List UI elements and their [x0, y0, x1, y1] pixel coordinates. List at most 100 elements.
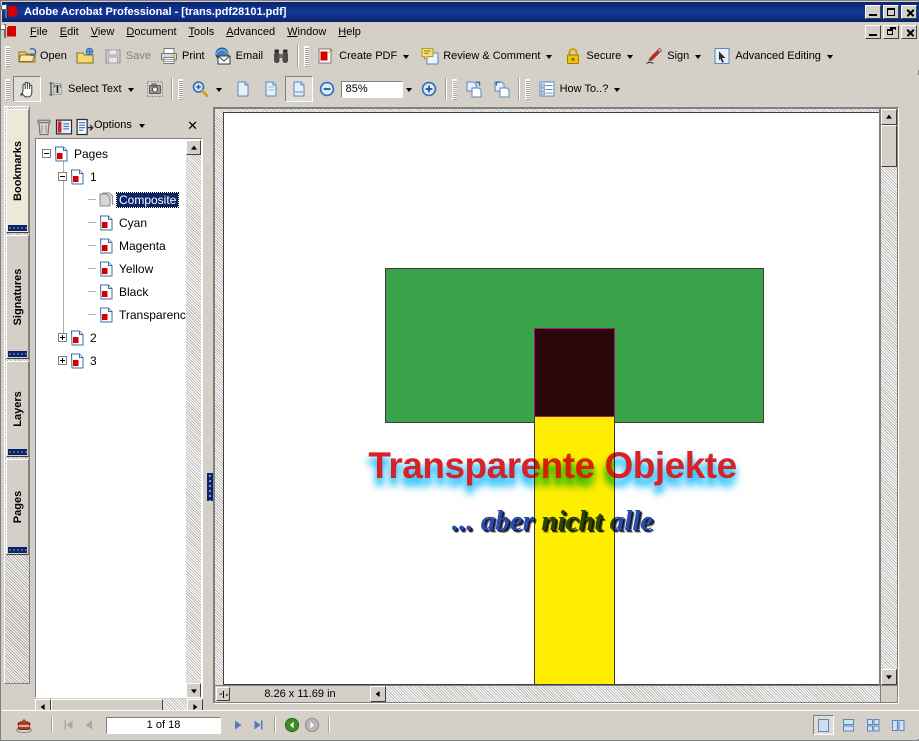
bookmarks-vertical-scrollbar[interactable]	[186, 140, 201, 697]
page-number-input[interactable]: 1 of 18	[106, 716, 221, 734]
bookmarks-scroll-track[interactable]	[186, 155, 201, 683]
document-scroll-down-button[interactable]	[881, 669, 897, 685]
previous-page-button[interactable]	[80, 716, 98, 734]
menu-help[interactable]: Help	[332, 24, 367, 40]
tree-row-black[interactable]: Black	[36, 280, 186, 303]
rotate-ccw-button[interactable]	[460, 76, 488, 102]
bookmarks-scroll-down-button[interactable]	[186, 683, 201, 697]
zoom-tool-button[interactable]	[186, 76, 229, 102]
zoom-tool-dropdown-arrow[interactable]	[215, 88, 222, 92]
tree-row-page-2[interactable]: 2	[36, 326, 186, 349]
print-button[interactable]: Print	[155, 43, 209, 69]
tree-toggle-page-3[interactable]	[58, 356, 67, 365]
close-panel-icon[interactable]: ✕	[187, 119, 198, 132]
menu-advanced[interactable]: Advanced	[220, 24, 281, 40]
toolbar-grip-rotate[interactable]	[451, 78, 457, 100]
next-page-button[interactable]	[229, 716, 247, 734]
menu-document[interactable]: Document	[120, 24, 182, 40]
menu-view[interactable]: View	[85, 24, 121, 40]
menu-file[interactable]: File	[24, 24, 54, 40]
app-close-button[interactable]	[901, 5, 917, 19]
tree-row-composite[interactable]: Composite	[36, 188, 186, 211]
app-minimize-button[interactable]	[865, 5, 881, 19]
toolbar-grip-zoom[interactable]	[177, 78, 183, 100]
tree-row-pages[interactable]: Pages	[36, 142, 186, 165]
tree-row-magenta[interactable]: Magenta	[36, 234, 186, 257]
zoom-level-input[interactable]: 85%	[340, 80, 403, 98]
create-pdf-button[interactable]: Create PDF	[312, 43, 416, 69]
nav-tab-bookmarks[interactable]: Bookmarks	[6, 109, 29, 233]
fit-width-button[interactable]	[284, 76, 313, 102]
single-page-view-button[interactable]	[813, 715, 834, 735]
nav-tab-pages[interactable]: Pages	[6, 459, 29, 555]
toolbar-grip-basic[interactable]	[5, 78, 10, 100]
search-button[interactable]	[267, 43, 295, 69]
continuous-view-button[interactable]	[838, 715, 859, 735]
new-bookmark-icon[interactable]	[54, 117, 73, 135]
create-pdf-dropdown-arrow[interactable]	[403, 55, 410, 59]
advanced-editing-button[interactable]: Advanced Editing	[708, 43, 840, 69]
continuous-facing-view-button[interactable]	[888, 715, 909, 735]
nav-tab-signatures[interactable]: Signatures	[6, 235, 29, 359]
tree-row-page-1[interactable]: 1	[36, 165, 186, 188]
toolbar-grip-tasks[interactable]	[304, 45, 310, 67]
zoom-level-dropdown-arrow[interactable]	[405, 88, 412, 92]
sign-dropdown-arrow[interactable]	[695, 55, 702, 59]
zoom-in-button[interactable]	[415, 76, 443, 102]
select-text-button[interactable]: T Select Text	[41, 76, 141, 102]
tree-row-transparency[interactable]: Transparency	[36, 303, 192, 326]
open-button[interactable]: Open	[13, 43, 71, 69]
nav-tab-layers[interactable]: Layers	[6, 361, 29, 457]
tree-row-cyan[interactable]: Cyan	[36, 211, 186, 234]
last-page-button[interactable]	[249, 716, 267, 734]
previous-view-button[interactable]	[283, 716, 301, 734]
how-to-dropdown-arrow[interactable]	[614, 88, 621, 92]
menu-tools[interactable]: Tools	[183, 24, 221, 40]
document-horizontal-scrollbar[interactable]	[370, 686, 880, 702]
review-comment-dropdown-arrow[interactable]	[546, 55, 553, 59]
tree-toggle-page-1[interactable]	[58, 172, 67, 181]
document-close-button[interactable]	[901, 25, 917, 39]
app-maximize-button[interactable]	[883, 5, 899, 19]
document-hscroll-track[interactable]	[386, 686, 880, 702]
page-size-grip-icon[interactable]	[216, 687, 230, 701]
document-vscroll-track[interactable]	[881, 125, 897, 669]
trash-icon[interactable]	[34, 117, 51, 136]
first-page-button[interactable]	[60, 716, 78, 734]
bookmarks-scroll-up-button[interactable]	[186, 140, 201, 155]
document-scroll-left-button[interactable]	[370, 686, 386, 702]
bookmarks-options-dropdown-arrow[interactable]	[138, 124, 145, 128]
document-vscroll-thumb[interactable]	[881, 125, 897, 167]
fit-page-button[interactable]	[257, 76, 285, 102]
tree-row-yellow[interactable]: Yellow	[36, 257, 186, 280]
document-minimize-button[interactable]	[865, 25, 881, 39]
document-scroll-up-button[interactable]	[881, 109, 897, 125]
toolbar-grip-help[interactable]	[524, 78, 530, 100]
email-button[interactable]: Email	[209, 43, 268, 69]
secure-button[interactable]: Secure	[559, 43, 640, 69]
organizer-button[interactable]	[71, 43, 99, 69]
document-canvas[interactable]: Transparente Objekte ... aber nicht alle	[215, 109, 880, 685]
document-restore-button[interactable]	[883, 25, 899, 39]
facing-view-button[interactable]	[863, 715, 884, 735]
zoom-out-button[interactable]	[313, 76, 341, 102]
how-to-button[interactable]: How To..?	[533, 76, 628, 102]
menu-edit[interactable]: Edit	[54, 24, 85, 40]
sign-button[interactable]: Sign	[640, 43, 708, 69]
expand-current-bookmark-icon[interactable]	[74, 117, 94, 136]
rotate-cw-button[interactable]	[488, 76, 516, 102]
tree-row-page-3[interactable]: 3	[36, 349, 186, 372]
bookmarks-options-label[interactable]: Options	[94, 119, 132, 131]
menu-window[interactable]: Window	[281, 24, 332, 40]
toolbar-grip-file[interactable]	[5, 45, 10, 67]
document-vertical-scrollbar[interactable]	[881, 109, 897, 685]
save-button[interactable]: Save	[99, 43, 155, 69]
review-comment-button[interactable]: Review & Comment	[416, 43, 559, 69]
next-view-button[interactable]	[303, 716, 321, 734]
advanced-editing-dropdown-arrow[interactable]	[826, 55, 833, 59]
snapshot-button[interactable]	[141, 76, 169, 102]
tree-toggle-pages[interactable]	[42, 149, 51, 158]
tree-toggle-page-2[interactable]	[58, 333, 67, 342]
secure-dropdown-arrow[interactable]	[627, 55, 634, 59]
hand-tool-button[interactable]	[13, 76, 41, 102]
